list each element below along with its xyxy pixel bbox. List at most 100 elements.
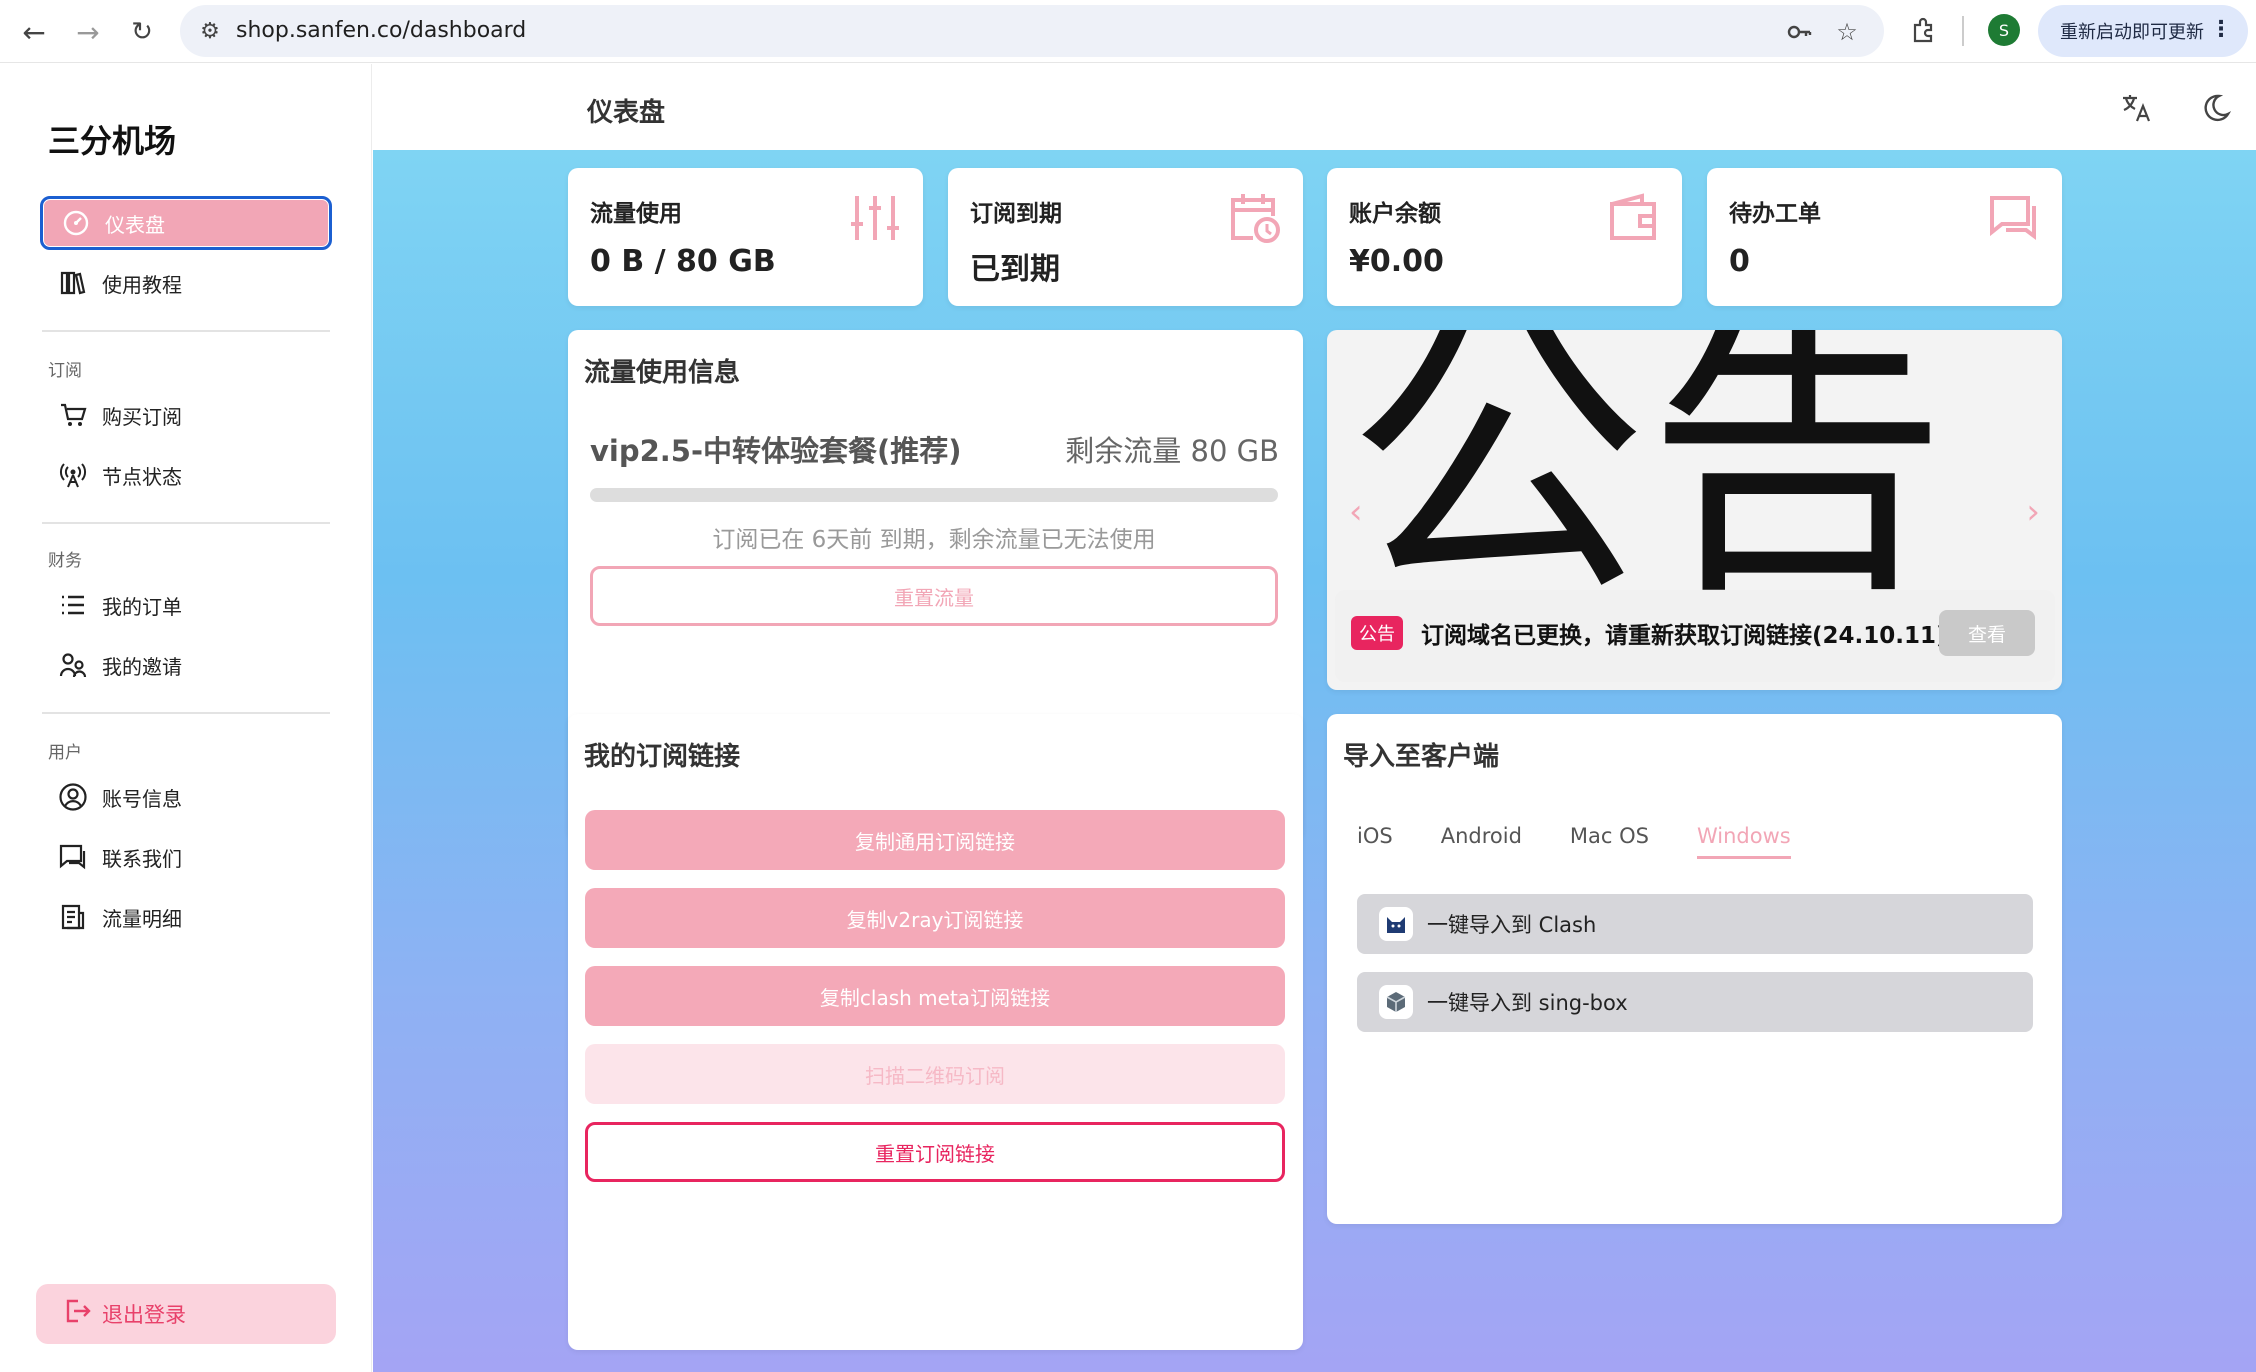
list-icon: [56, 588, 90, 622]
notice-carousel: 公告 ‹ › 公告 订阅域名已更换，请重新获取订阅链接(24.10.11) 查看: [1327, 330, 2062, 690]
traffic-progress-bar: [590, 488, 1278, 502]
address-bar[interactable]: ⚙ shop.sanfen.co/dashboard ☆: [180, 5, 1884, 57]
sliders-icon: [849, 192, 901, 244]
calendar-clock-icon: [1229, 192, 1281, 244]
url-text[interactable]: shop.sanfen.co/dashboard: [236, 18, 526, 43]
sidebar-item-label: 账号信息: [102, 786, 182, 811]
stat-value: 0: [1729, 244, 1750, 279]
toolbar-divider: [1962, 16, 1964, 46]
sidebar-item-node-status[interactable]: 节点状态: [40, 448, 332, 502]
card-title: 导入至客户端: [1343, 742, 1500, 772]
update-button[interactable]: 重新启动即可更新 ⋮: [2038, 5, 2248, 57]
divider: [42, 330, 330, 332]
import-client-card: 导入至客户端 iOS Android Mac OS Windows 一键导入到 …: [1327, 714, 2062, 1224]
stat-card-tickets: 待办工单 0: [1707, 168, 2062, 306]
notice-banner-image: 公告: [1347, 330, 1947, 634]
sidebar: 三分机场 仪表盘 使用教程 订阅 购买订阅 节点状态 财务 我的订单 我的邀请 …: [0, 64, 372, 1372]
clash-cat-icon: [1379, 907, 1413, 941]
wallet-icon: [1608, 192, 1660, 244]
copy-universal-link-button[interactable]: 复制通用订阅链接: [585, 810, 1285, 870]
stat-label: 账户余额: [1349, 201, 1441, 227]
subscription-links-card: 我的订阅链接 复制通用订阅链接 复制v2ray订阅链接 复制clash meta…: [568, 714, 1303, 1350]
brand-title: 三分机场: [48, 122, 177, 160]
sidebar-item-orders[interactable]: 我的订单: [40, 578, 332, 632]
dashboard-icon: [59, 206, 93, 240]
import-item-label: 一键导入到 Clash: [1427, 913, 1597, 937]
import-item-label: 一键导入到 sing-box: [1427, 991, 1628, 1015]
stat-value: ¥0.00: [1349, 244, 1444, 279]
tab-macos[interactable]: Mac OS: [1570, 824, 1649, 859]
stat-card-expiry: 订阅到期 已到期: [948, 168, 1303, 306]
tab-android[interactable]: Android: [1441, 824, 1522, 859]
book-icon: [56, 266, 90, 300]
notice-caption: 公告 订阅域名已更换，请重新获取订阅链接(24.10.11) 查看: [1335, 590, 2055, 682]
more-menu-icon[interactable]: ⋮: [2210, 17, 2232, 42]
tab-windows[interactable]: Windows: [1696, 824, 1791, 859]
page-title: 仪表盘: [587, 98, 666, 128]
stat-label: 流量使用: [590, 201, 682, 227]
divider: [42, 712, 330, 714]
card-title: 我的订阅链接: [584, 742, 741, 772]
stat-card-balance: 账户余额 ¥0.00: [1327, 168, 1682, 306]
copy-v2ray-link-button[interactable]: 复制v2ray订阅链接: [585, 888, 1285, 948]
key-icon[interactable]: [1784, 17, 1814, 47]
logout-icon: [64, 1297, 92, 1332]
reset-subscription-link-button[interactable]: 重置订阅链接: [585, 1122, 1285, 1182]
sidebar-item-label: 购买订阅: [102, 404, 182, 429]
card-title: 流量使用信息: [584, 358, 741, 388]
scan-qr-button[interactable]: 扫描二维码订阅: [585, 1044, 1285, 1104]
plan-name: vip2.5-中转体验套餐(推荐): [590, 434, 962, 468]
browser-toolbar: ← → ↻ ⚙ shop.sanfen.co/dashboard ☆ S 重新启…: [0, 0, 2256, 63]
nav-group-label: 订阅: [48, 361, 82, 381]
sidebar-item-dashboard[interactable]: 仪表盘: [40, 196, 332, 250]
extensions-icon[interactable]: [1906, 12, 1942, 48]
back-icon[interactable]: ←: [14, 12, 54, 52]
sidebar-item-label: 我的订单: [102, 594, 182, 619]
top-header: 仪表盘: [373, 64, 2256, 150]
reload-icon[interactable]: ↻: [122, 12, 162, 52]
notice-text: 订阅域名已更换，请重新获取订阅链接(24.10.11): [1421, 623, 1947, 649]
sidebar-item-contact[interactable]: 联系我们: [40, 830, 332, 884]
site-info-icon[interactable]: ⚙: [196, 17, 224, 45]
sidebar-item-label: 仪表盘: [105, 212, 165, 237]
expired-note: 订阅已在 6天前 到期，剩余流量已无法使用: [712, 527, 1156, 553]
reset-traffic-button[interactable]: 重置流量: [590, 566, 1278, 626]
stat-label: 待办工单: [1729, 201, 1821, 227]
bookmark-star-icon[interactable]: ☆: [1832, 17, 1862, 47]
sidebar-item-invites[interactable]: 我的邀请: [40, 638, 332, 692]
divider: [42, 522, 330, 524]
sidebar-item-traffic-detail[interactable]: 流量明细: [40, 890, 332, 944]
translate-icon[interactable]: [2117, 88, 2157, 128]
chat-icon: [56, 840, 90, 874]
sidebar-item-account[interactable]: 账号信息: [40, 770, 332, 824]
logout-button[interactable]: 退出登录: [36, 1284, 336, 1344]
profile-avatar[interactable]: S: [1988, 14, 2020, 46]
tab-ios[interactable]: iOS: [1357, 824, 1393, 859]
import-clash-button[interactable]: 一键导入到 Clash: [1357, 894, 2033, 954]
sidebar-item-label: 联系我们: [102, 846, 182, 871]
sidebar-item-label: 流量明细: [102, 906, 182, 931]
ticket-chat-icon: [1988, 192, 2040, 244]
report-icon: [56, 900, 90, 934]
forward-icon[interactable]: →: [68, 12, 108, 52]
stat-value: 0 B / 80 GB: [590, 244, 776, 279]
carousel-prev-icon[interactable]: ‹: [1349, 492, 1363, 532]
view-notice-button[interactable]: 查看: [1939, 610, 2035, 656]
signal-icon: [56, 458, 90, 492]
users-icon: [56, 648, 90, 682]
main-content: 流量使用 0 B / 80 GB 订阅到期 已到期 账户余额 ¥0.00 待办工…: [373, 150, 2256, 1372]
copy-clash-meta-link-button[interactable]: 复制clash meta订阅链接: [585, 966, 1285, 1026]
sidebar-item-label: 我的邀请: [102, 654, 182, 679]
dark-mode-moon-icon[interactable]: [2195, 88, 2235, 128]
stat-value: 已到期: [970, 252, 1060, 287]
notice-tag: 公告: [1351, 616, 1403, 650]
import-singbox-button[interactable]: 一键导入到 sing-box: [1357, 972, 2033, 1032]
update-label: 重新启动即可更新: [2060, 22, 2204, 43]
stat-label: 订阅到期: [970, 201, 1062, 227]
carousel-next-icon[interactable]: ›: [2026, 492, 2040, 532]
sidebar-item-label: 节点状态: [102, 464, 182, 489]
sidebar-item-tutorial[interactable]: 使用教程: [40, 256, 332, 310]
remaining-traffic: 剩余流量 80 GB: [1065, 434, 1279, 468]
sidebar-item-buy-subscription[interactable]: 购买订阅: [40, 388, 332, 442]
sidebar-item-label: 使用教程: [102, 272, 182, 297]
